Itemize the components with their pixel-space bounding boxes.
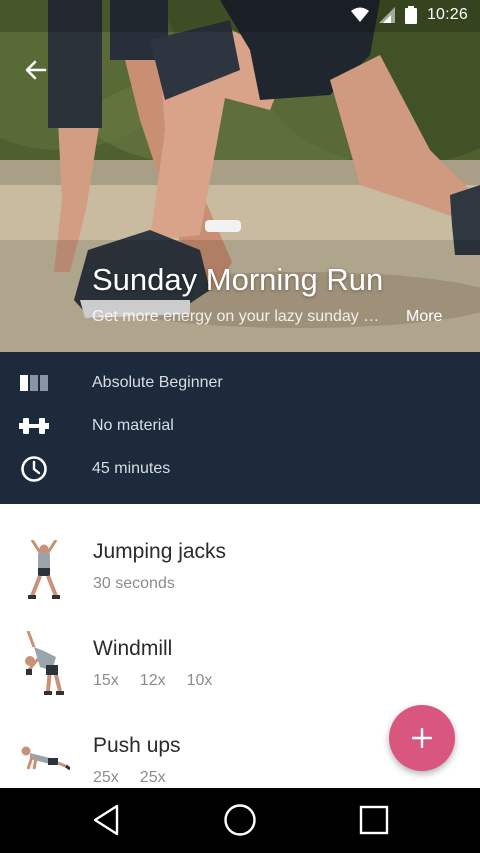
- hero-header: 10:26 Sunday Morning Run Get more energy…: [0, 0, 480, 352]
- system-navigation-bar: [0, 788, 480, 853]
- rep-value: 30 seconds: [93, 575, 175, 592]
- level-bars-icon: [20, 375, 48, 391]
- circle-home-icon: [224, 804, 256, 836]
- level-text: Absolute Beginner: [92, 374, 223, 391]
- workout-title: Sunday Morning Run: [92, 262, 384, 297]
- exercise-item[interactable]: Windmill 15x 12x 10x: [0, 617, 480, 714]
- exercise-item[interactable]: Jumping jacks 30 seconds: [0, 520, 480, 617]
- more-link[interactable]: More: [406, 308, 442, 326]
- exercise-thumbnail-windmill: [16, 631, 72, 697]
- add-exercise-button[interactable]: [389, 705, 455, 771]
- info-row-level: Absolute Beginner: [0, 368, 480, 398]
- exercise-thumbnail-push-ups: [16, 728, 72, 788]
- workout-info-panel: Absolute Beginner No material 45 minutes: [0, 352, 480, 504]
- rep-value: 10x: [186, 672, 213, 689]
- info-row-material: No material: [0, 411, 480, 441]
- rep-value: 15x: [93, 672, 119, 689]
- clock-icon: [21, 456, 47, 482]
- wifi-icon: [350, 7, 369, 22]
- status-bar: 10:26: [0, 0, 480, 32]
- nav-home-button[interactable]: [218, 800, 262, 840]
- exercise-name: Jumping jacks: [93, 540, 227, 563]
- exercise-name: Windmill: [93, 637, 173, 660]
- exercise-thumbnail-jumping-jacks: [16, 538, 72, 604]
- duration-text: 45 minutes: [92, 460, 171, 477]
- square-recents-icon: [359, 805, 389, 835]
- hero-photo: [0, 0, 480, 352]
- dumbbell-icon: [19, 418, 49, 434]
- rep-value: 12x: [139, 672, 166, 689]
- nav-back-button[interactable]: [84, 800, 128, 840]
- status-time: 10:26: [426, 6, 468, 23]
- nav-recents-button[interactable]: [352, 800, 396, 840]
- exercise-name: Push ups: [93, 734, 181, 757]
- triangle-back-icon: [93, 804, 119, 836]
- material-text: No material: [92, 417, 174, 434]
- rep-value: 25x: [139, 769, 166, 786]
- workout-subtitle: Get more energy on your lazy sunday morn…: [92, 308, 388, 325]
- exercise-reps: 15x 12x 10x: [93, 672, 212, 690]
- back-button[interactable]: [14, 52, 58, 88]
- plus-icon: [412, 728, 432, 748]
- arrow-back-icon: [25, 60, 47, 80]
- info-row-duration: 45 minutes: [0, 454, 480, 484]
- rep-value: 25x: [93, 769, 119, 786]
- exercise-reps: 25x 25x: [93, 769, 166, 787]
- cell-signal-icon: [378, 7, 395, 23]
- exercise-reps: 30 seconds: [93, 575, 175, 593]
- battery-icon: [404, 6, 417, 24]
